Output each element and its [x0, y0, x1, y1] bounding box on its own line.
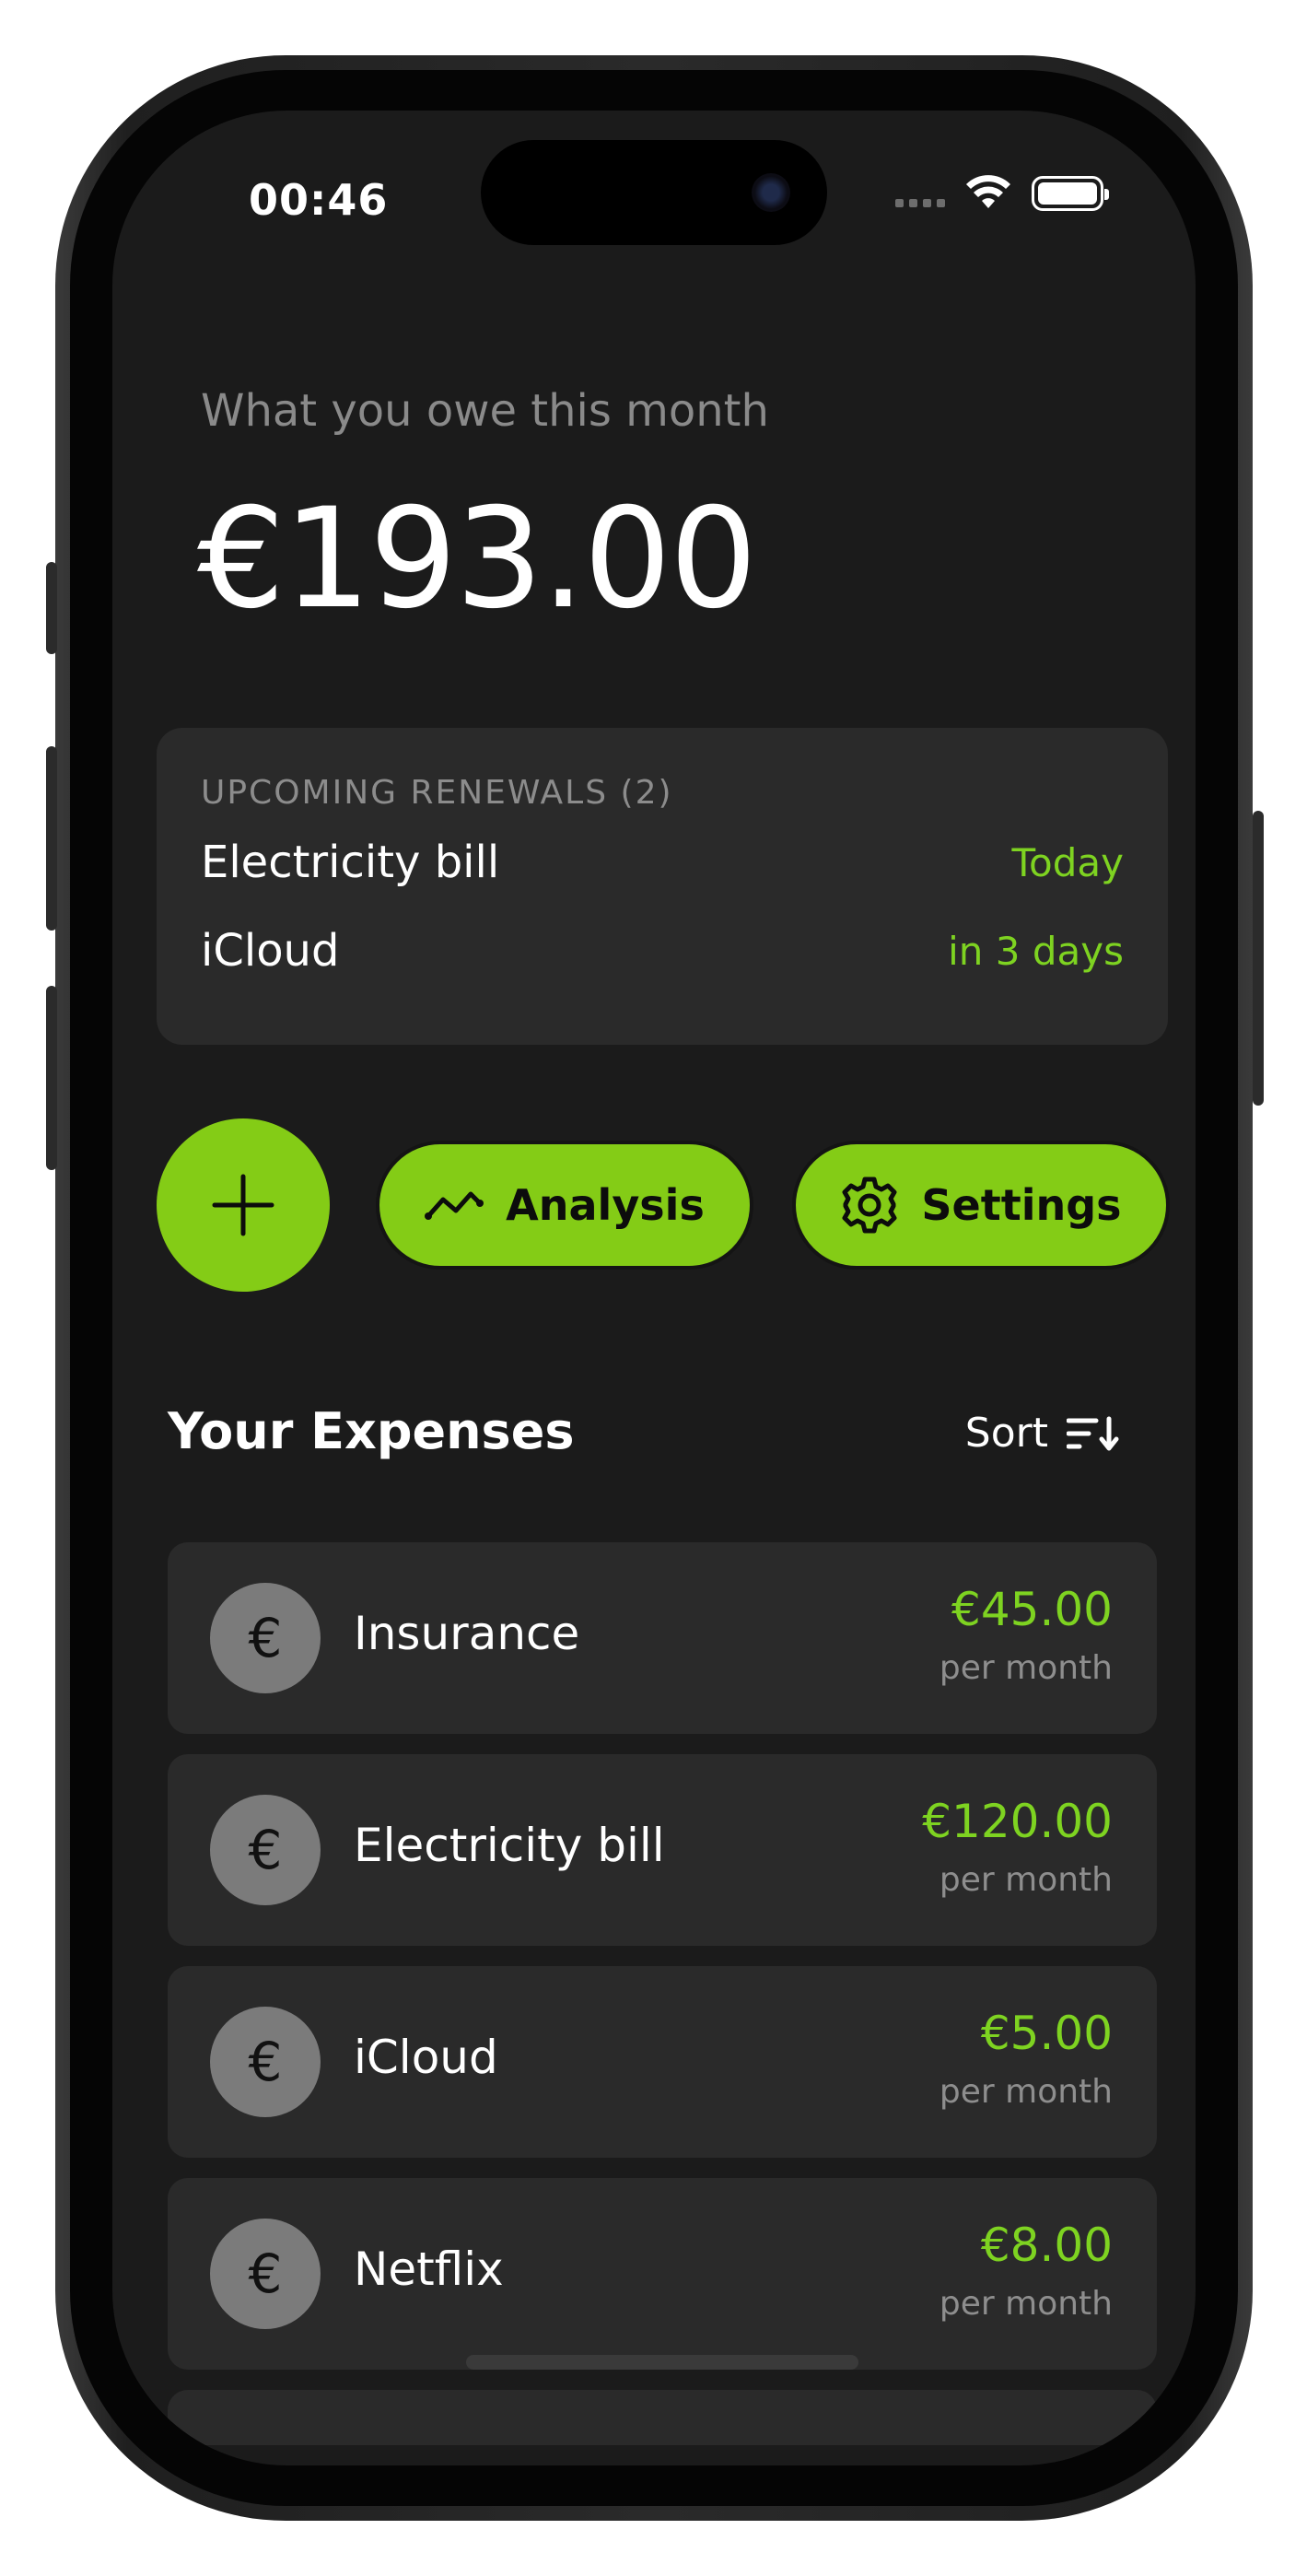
- analysis-button[interactable]: Analysis: [376, 1141, 753, 1270]
- battery-icon: [1032, 176, 1109, 211]
- expense-name: iCloud: [354, 2031, 498, 2084]
- expense-period: per month: [939, 2285, 1113, 2323]
- expense-period: per month: [939, 1649, 1113, 1687]
- expense-name: Electricity bill: [354, 1819, 665, 1872]
- sort-button[interactable]: Sort: [965, 1410, 1120, 1457]
- expense-row-partial[interactable]: [168, 2390, 1157, 2445]
- front-camera: [752, 173, 790, 212]
- renewals-header: UPCOMING RENEWALS (2): [201, 774, 673, 812]
- wifi-icon: [966, 175, 1010, 208]
- settings-label: Settings: [921, 1180, 1122, 1230]
- expense-period: per month: [939, 1861, 1113, 1899]
- expense-row[interactable]: € Electricity bill €120.00 per month: [168, 1754, 1157, 1946]
- expense-row[interactable]: € iCloud €5.00 per month: [168, 1966, 1157, 2158]
- expense-name: Insurance: [354, 1607, 580, 1660]
- gear-icon: [842, 1177, 897, 1234]
- analysis-label: Analysis: [506, 1180, 705, 1230]
- expense-amount: €45.00: [951, 1583, 1113, 1636]
- summary-amount: €193.00: [197, 479, 757, 639]
- renewal-name: Electricity bill: [201, 837, 500, 888]
- renewal-due: Today: [1011, 839, 1124, 885]
- euro-icon: €: [210, 2007, 321, 2117]
- summary-label: What you owe this month: [201, 385, 769, 437]
- volume-down-button: [46, 986, 57, 1170]
- plus-icon: [212, 1174, 274, 1236]
- expense-amount: €5.00: [980, 2007, 1113, 2060]
- dynamic-island: [481, 140, 827, 245]
- sort-label: Sort: [964, 1410, 1048, 1457]
- euro-icon: €: [210, 1583, 321, 1693]
- expenses-title: Your Expenses: [168, 1402, 575, 1460]
- sort-icon: [1067, 1416, 1119, 1450]
- expense-name: Netflix: [354, 2242, 504, 2296]
- status-time: 00:46: [249, 175, 389, 225]
- euro-icon: €: [210, 1795, 321, 1905]
- cellular-signal-icon: [895, 198, 945, 207]
- volume-up-button: [46, 746, 57, 931]
- expense-row[interactable]: € Netflix €8.00 per month: [168, 2178, 1157, 2370]
- settings-button[interactable]: Settings: [792, 1141, 1170, 1270]
- add-expense-button[interactable]: [157, 1118, 330, 1292]
- expense-amount: €120.00: [922, 1795, 1113, 1848]
- app-screen: 00:46 What you owe this month €193.00 UP…: [112, 111, 1196, 2465]
- status-indicators: [895, 175, 1109, 212]
- power-button: [1253, 811, 1264, 1106]
- action-button: [46, 562, 57, 654]
- euro-icon: €: [210, 2219, 321, 2329]
- renewal-row[interactable]: iCloud in 3 days: [201, 923, 1124, 978]
- renewal-name: iCloud: [201, 925, 340, 977]
- expense-amount: €8.00: [980, 2219, 1113, 2272]
- renewal-row[interactable]: Electricity bill Today: [201, 835, 1124, 890]
- renewal-due: in 3 days: [948, 928, 1124, 974]
- home-indicator[interactable]: [466, 2355, 858, 2370]
- trend-line-icon: [425, 1191, 484, 1220]
- upcoming-renewals-card[interactable]: UPCOMING RENEWALS (2) Electricity bill T…: [157, 728, 1168, 1045]
- expense-row[interactable]: € Insurance €45.00 per month: [168, 1542, 1157, 1734]
- expense-period: per month: [939, 2073, 1113, 2111]
